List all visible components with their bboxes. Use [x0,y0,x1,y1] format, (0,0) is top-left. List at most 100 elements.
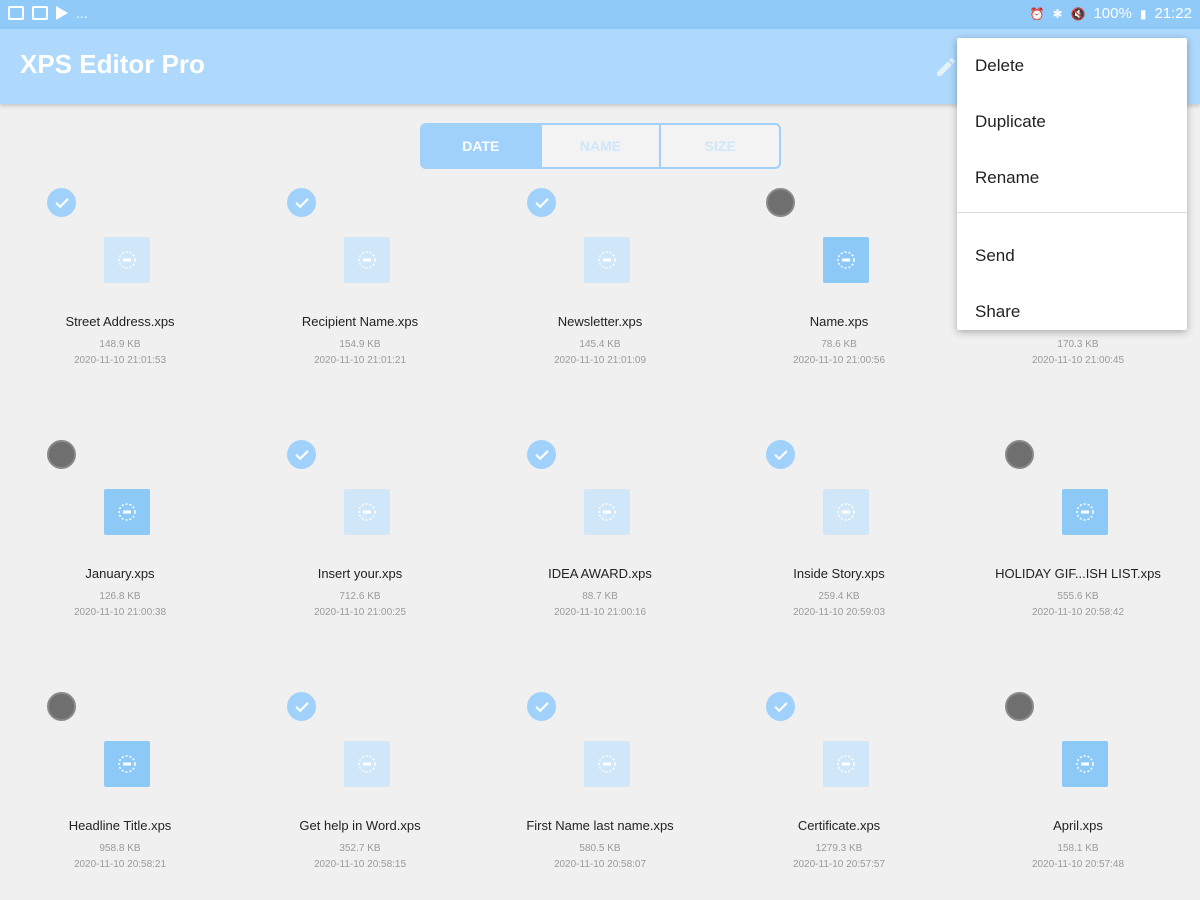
file-item[interactable]: Insert your.xps 712.6 KB 2020-11-10 21:00:… [240,432,480,652]
file-size: 555.6 KB [1057,591,1099,602]
file-name: April.xps [1053,818,1103,833]
app-title: XPS Editor Pro [20,49,205,79]
xps-file-icon[interactable] [344,489,390,535]
file-item[interactable]: January.xps 126.8 KB 2020-11-10 21:00:38 [0,432,240,652]
file-item[interactable]: April.xps 158.1 KB 2020-11-10 20:57:48 [958,684,1198,900]
file-name: First Name last name.xps [526,818,674,833]
tab-sort-date[interactable]: DATE [422,125,542,167]
status-bar: ... ⏰ ✱ 🔇 100% ▮ 21:22 [0,0,1200,29]
circle-icon[interactable] [47,440,76,469]
file-item[interactable]: HOLIDAY GIF...ISH LIST.xps 555.6 KB 2020-1… [958,432,1198,652]
xps-file-icon[interactable] [1062,741,1108,787]
file-size: 170.3 KB [1057,339,1099,350]
file-size: 1279.3 KB [815,843,863,854]
file-size: 958.8 KB [99,843,141,854]
file-date: 2020-11-10 21:00:56 [792,355,886,366]
file-name: HOLIDAY GIF...ISH LIST.xps [995,566,1161,581]
pencil-icon[interactable] [934,55,958,79]
xps-file-icon[interactable] [104,237,150,283]
menu-item-duplicate[interactable]: Duplicate [957,94,1187,150]
xps-file-icon[interactable] [823,741,869,787]
file-item[interactable]: Recipient Name.xps 154.9 KB 2020-11-10 21:… [240,180,480,400]
xps-file-icon[interactable] [104,741,150,787]
file-name: IDEA AWARD.xps [548,566,652,581]
tab-sort-name[interactable]: NAME [542,125,662,167]
tab-sort-size[interactable]: SIZE [661,125,779,167]
check-circle-icon[interactable] [766,692,795,721]
file-item[interactable]: Newsletter.xps 145.4 KB 2020-11-10 21:01:0… [480,180,720,400]
xps-file-icon[interactable] [104,489,150,535]
file-date: 2020-11-10 20:57:48 [1031,859,1125,870]
file-item[interactable]: Street Address.xps 148.9 KB 2020-11-10 21:… [0,180,240,400]
menu-item-delete[interactable]: Delete [957,38,1187,94]
file-name: Headline Title.xps [68,818,172,833]
file-date: 2020-11-10 20:57:57 [792,859,886,870]
file-name: Recipient Name.xps [301,314,419,329]
circle-icon[interactable] [47,692,76,721]
file-date: 2020-11-10 21:00:45 [1031,355,1125,366]
check-circle-icon[interactable] [527,692,556,721]
file-date: 2020-11-10 21:00:16 [553,607,647,618]
file-item[interactable]: Headline Title.xps 958.8 KB 2020-11-10 20:… [0,684,240,900]
menu-divider [957,212,1187,213]
menu-item-share[interactable]: Share [957,284,1187,340]
file-name: Insert your.xps [317,566,403,581]
xps-file-icon[interactable] [584,489,630,535]
circle-icon[interactable] [766,188,795,217]
file-date: 2020-11-10 20:58:21 [73,859,167,870]
xps-file-icon[interactable] [584,741,630,787]
play-store-icon [56,6,68,20]
file-item[interactable]: Get help in Word.xps 352.7 KB 2020-11-10 2… [240,684,480,900]
menu-item-send[interactable]: Send [957,228,1187,284]
file-date: 2020-11-10 21:00:38 [73,607,167,618]
battery-percent: 100% [1093,5,1132,22]
file-name: Certificate.xps [797,818,881,833]
menu-item-rename[interactable]: Rename [957,150,1187,206]
bluetooth-icon: ✱ [1052,6,1063,21]
check-circle-icon[interactable] [766,440,795,469]
check-circle-icon[interactable] [287,692,316,721]
file-name: Inside Story.xps [793,566,885,581]
file-item[interactable]: Certificate.xps 1279.3 KB 2020-11-10 20:57… [719,684,959,900]
xps-file-icon[interactable] [344,237,390,283]
file-name: Newsletter.xps [557,314,643,329]
file-item[interactable]: First Name last name.xps 580.5 KB 2020-11-… [480,684,720,900]
system-indicators: ⏰ ✱ 🔇 100% ▮ 21:22 [1030,5,1193,22]
xps-file-icon[interactable] [584,237,630,283]
file-size: 154.9 KB [339,339,381,350]
circle-icon[interactable] [1005,440,1034,469]
context-menu: Delete Duplicate Rename Send Share [957,38,1187,330]
file-size: 145.4 KB [579,339,621,350]
file-date: 2020-11-10 21:01:21 [313,355,407,366]
circle-icon[interactable] [1005,692,1034,721]
xps-file-icon[interactable] [823,237,869,283]
battery-icon: ▮ [1139,6,1147,21]
file-name: Name.xps [809,314,869,329]
mute-icon: 🔇 [1070,6,1086,21]
check-circle-icon[interactable] [287,440,316,469]
file-item[interactable]: Inside Story.xps 259.4 KB 2020-11-10 20:59… [719,432,959,652]
xps-file-icon[interactable] [344,741,390,787]
xps-file-icon[interactable] [823,489,869,535]
clock: 21:22 [1154,5,1192,22]
file-name: Street Address.xps [65,314,175,329]
file-name: January.xps [85,566,155,581]
image-notification-icon [8,6,24,20]
check-circle-icon[interactable] [287,188,316,217]
file-item[interactable]: IDEA AWARD.xps 88.7 KB 2020-11-10 21:00:16 [480,432,720,652]
file-date: 2020-11-10 21:01:09 [553,355,647,366]
file-name: Get help in Word.xps [299,818,421,833]
file-size: 259.4 KB [818,591,860,602]
keyboard-notification-icon [32,6,48,20]
file-size: 352.7 KB [339,843,381,854]
file-size: 148.9 KB [99,339,141,350]
alarm-icon: ⏰ [1029,6,1045,21]
file-size: 158.1 KB [1057,843,1099,854]
check-circle-icon[interactable] [527,440,556,469]
check-circle-icon[interactable] [527,188,556,217]
file-size: 88.7 KB [582,591,618,602]
check-circle-icon[interactable] [47,188,76,217]
more-notifications-indicator: ... [76,5,88,21]
xps-file-icon[interactable] [1062,489,1108,535]
file-item[interactable]: Name.xps 78.6 KB 2020-11-10 21:00:56 [719,180,959,400]
